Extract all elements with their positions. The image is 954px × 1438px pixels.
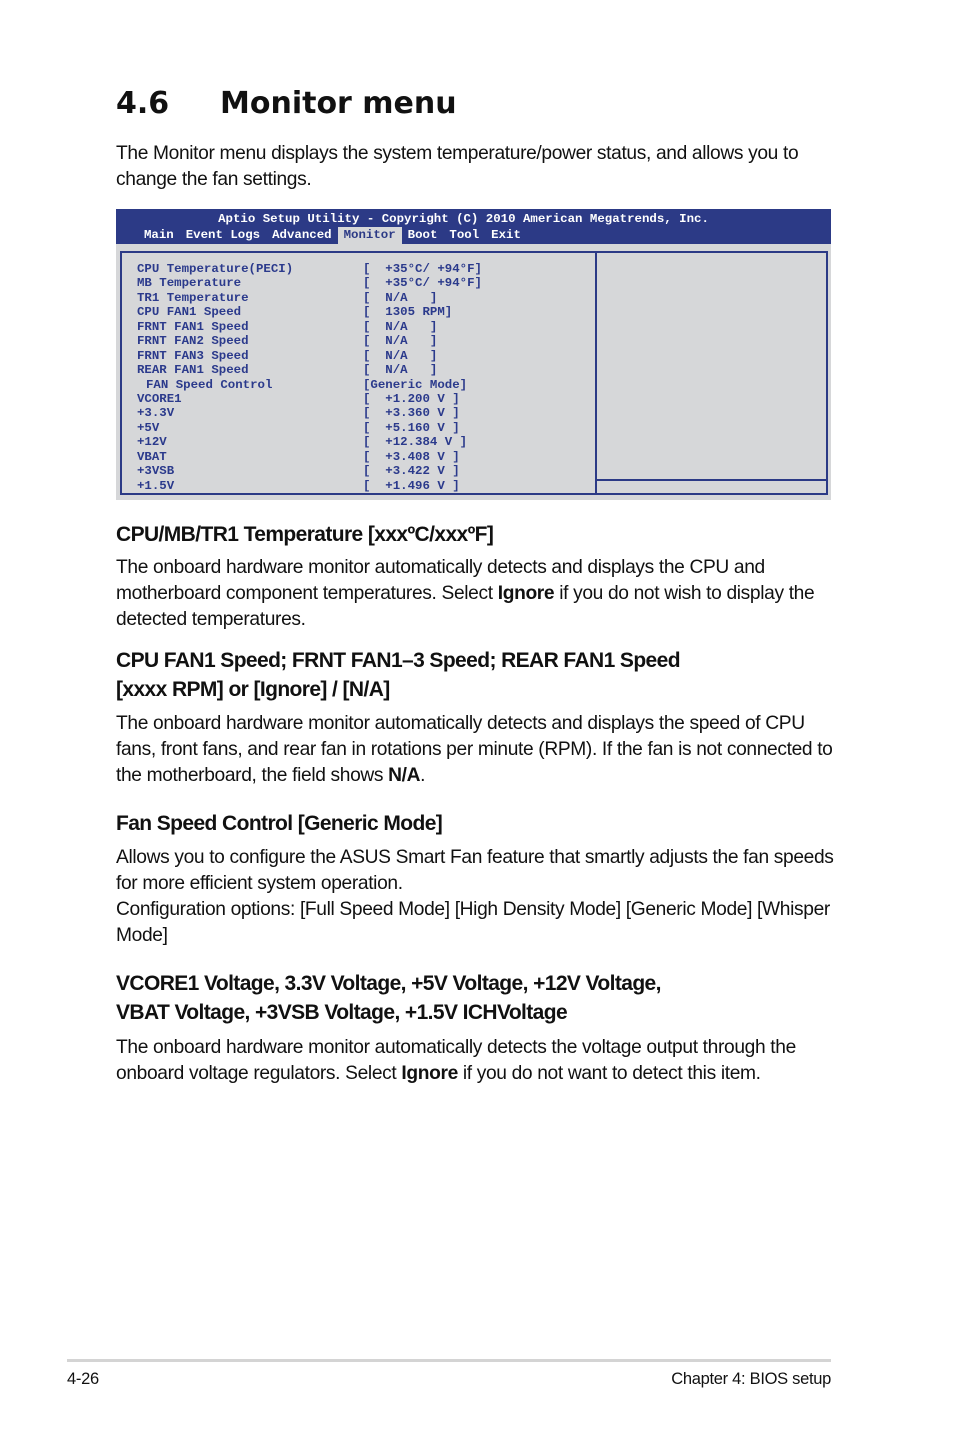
bios-row-5v[interactable]: +5V [ +5.160 V ] xyxy=(137,421,592,435)
section-title: Monitor menu xyxy=(220,86,457,121)
row-value: [ N/A ] xyxy=(363,290,438,305)
chapter-title: Chapter 4: BIOS setup xyxy=(671,1370,831,1388)
row-value: [ +3.360 V ] xyxy=(363,406,460,421)
heading-fan-speed-line1: CPU FAN1 Speed; FRNT FAN1–3 Speed; REAR … xyxy=(116,649,681,672)
bold-text: Ignore xyxy=(401,1063,458,1084)
bios-title: Aptio Setup Utility - Copyright (C) 2010… xyxy=(218,212,709,226)
paragraph-fan-speed-control: Allows you to configure the ASUS Smart F… xyxy=(116,847,834,894)
bios-row-cpu-temperature[interactable]: CPU Temperature(PECI) [ +35°C/ +94°F] xyxy=(137,262,592,276)
bios-tab-main[interactable]: Main xyxy=(138,227,180,244)
row-label: FAN Speed Control xyxy=(146,377,273,392)
bios-help-footer xyxy=(597,479,826,493)
row-value: [ +35°C/ +94°F] xyxy=(363,276,482,291)
row-value: [ N/A ] xyxy=(363,319,438,334)
paragraph-configuration-options: Configuration options: [Full Speed Mode]… xyxy=(116,899,830,946)
row-value: [ +1.496 V ] xyxy=(363,478,460,493)
bios-screenshot: Aptio Setup Utility - Copyright (C) 2010… xyxy=(116,209,831,500)
bios-row-vcore1[interactable]: VCORE1 [ +1.200 V ] xyxy=(137,392,592,406)
bios-row-mb-temperature[interactable]: MB Temperature [ +35°C/ +94°F] xyxy=(137,276,592,290)
bios-row-rear-fan1-speed[interactable]: REAR FAN1 Speed [ N/A ] xyxy=(137,363,592,377)
row-label: +1.5V xyxy=(137,478,175,493)
row-label: VBAT xyxy=(137,449,167,464)
heading-temperature: CPU/MB/TR1 Temperature [xxxºC/xxxºF] xyxy=(116,523,494,546)
paragraph-fan-speed: The onboard hardware monitor automatical… xyxy=(116,711,836,789)
row-label: +3.3V xyxy=(137,406,175,421)
bios-row-frnt-fan3-speed[interactable]: FRNT FAN3 Speed [ N/A ] xyxy=(137,349,592,363)
bios-row-frnt-fan1-speed[interactable]: FRNT FAN1 Speed [ N/A ] xyxy=(137,320,592,334)
bios-tab-exit[interactable]: Exit xyxy=(485,227,527,244)
bios-help-panel xyxy=(595,251,828,495)
heading-voltage-line2: VBAT Voltage, +3VSB Voltage, +1.5V ICHVo… xyxy=(116,1001,568,1024)
bios-settings-list: CPU Temperature(PECI) [ +35°C/ +94°F] MB … xyxy=(137,262,592,493)
bios-row-12v[interactable]: +12V [ +12.384 V ] xyxy=(137,435,592,449)
row-label: TR1 Temperature xyxy=(137,290,249,305)
row-label: FRNT FAN3 Speed xyxy=(137,348,249,363)
page-number: 4-26 xyxy=(67,1370,99,1388)
bios-row-vbat[interactable]: VBAT [ +3.408 V ] xyxy=(137,450,592,464)
row-label: +3VSB xyxy=(137,464,175,479)
bios-row-tr1-temperature[interactable]: TR1 Temperature [ N/A ] xyxy=(137,291,592,305)
paragraph-voltage: The onboard hardware monitor automatical… xyxy=(116,1035,836,1087)
text: The onboard hardware monitor automatical… xyxy=(116,713,833,786)
text: if you do not want to detect this item. xyxy=(457,1063,761,1084)
row-value: [Generic Mode] xyxy=(363,377,468,392)
bios-tab-tool[interactable]: Tool xyxy=(443,227,485,244)
bios-tab-monitor[interactable]: Monitor xyxy=(337,227,402,244)
row-label: +5V xyxy=(137,420,160,435)
row-value: [ +35°C/ +94°F] xyxy=(363,262,482,276)
bios-row-cpu-fan1-speed[interactable]: CPU FAN1 Speed [ 1305 RPM] xyxy=(137,305,592,319)
heading-voltage-line1: VCORE1 Voltage, 3.3V Voltage, +5V Voltag… xyxy=(116,972,661,995)
row-value: [ N/A ] xyxy=(363,348,438,363)
row-label: CPU FAN1 Speed xyxy=(137,305,242,320)
bios-tab-boot[interactable]: Boot xyxy=(402,227,444,244)
bios-settings-panel: CPU Temperature(PECI) [ +35°C/ +94°F] MB … xyxy=(120,251,595,495)
row-label: FRNT FAN1 Speed xyxy=(137,319,249,334)
bold-text: N/A xyxy=(388,765,421,786)
row-label: REAR FAN1 Speed xyxy=(137,363,249,378)
row-label: MB Temperature xyxy=(137,276,242,291)
bios-row-1-5v[interactable]: +1.5V [ +1.496 V ] xyxy=(137,479,592,493)
bios-row-fan-speed-control[interactable]: FAN Speed Control [Generic Mode] xyxy=(137,378,592,392)
row-value: [ N/A ] xyxy=(363,363,438,378)
row-label: +12V xyxy=(137,435,167,450)
row-value: [ 1305 RPM] xyxy=(363,305,453,320)
row-label: VCORE1 xyxy=(137,391,182,406)
row-value: [ +1.200 V ] xyxy=(363,391,460,406)
text: . xyxy=(420,765,426,786)
row-value: [ +12.384 V ] xyxy=(363,435,468,450)
footer-divider xyxy=(67,1359,831,1362)
bios-row-frnt-fan2-speed[interactable]: FRNT FAN2 Speed [ N/A ] xyxy=(137,334,592,348)
heading-fan-speed-control: Fan Speed Control [Generic Mode] xyxy=(116,812,443,835)
bios-tab-event-logs[interactable]: Event Logs xyxy=(180,227,266,244)
bios-tab-advanced[interactable]: Advanced xyxy=(266,227,338,244)
row-value: [ +3.422 V ] xyxy=(363,464,460,479)
heading-fan-speed-line2: [xxxx RPM] or [Ignore] / [N/A] xyxy=(116,678,390,701)
row-value: [ N/A ] xyxy=(363,334,438,349)
bios-row-3vsb[interactable]: +3VSB [ +3.422 V ] xyxy=(137,464,592,478)
row-label: CPU Temperature(PECI) xyxy=(137,262,294,276)
bios-tab-bar: Main Event Logs Advanced Monitor Boot To… xyxy=(138,227,527,244)
bold-text: Ignore xyxy=(497,583,555,604)
row-value: [ +3.408 V ] xyxy=(363,449,460,464)
row-label: FRNT FAN2 Speed xyxy=(137,334,249,349)
paragraph-temperature: The onboard hardware monitor automatical… xyxy=(116,555,836,633)
bios-row-3-3v[interactable]: +3.3V [ +3.360 V ] xyxy=(137,406,592,420)
row-value: [ +5.160 V ] xyxy=(363,420,460,435)
page-title: 4.6 Monitor menu xyxy=(116,86,457,121)
bios-header: Aptio Setup Utility - Copyright (C) 2010… xyxy=(116,209,831,244)
intro-paragraph: The Monitor menu displays the system tem… xyxy=(116,143,799,190)
section-number: 4.6 xyxy=(116,86,170,121)
